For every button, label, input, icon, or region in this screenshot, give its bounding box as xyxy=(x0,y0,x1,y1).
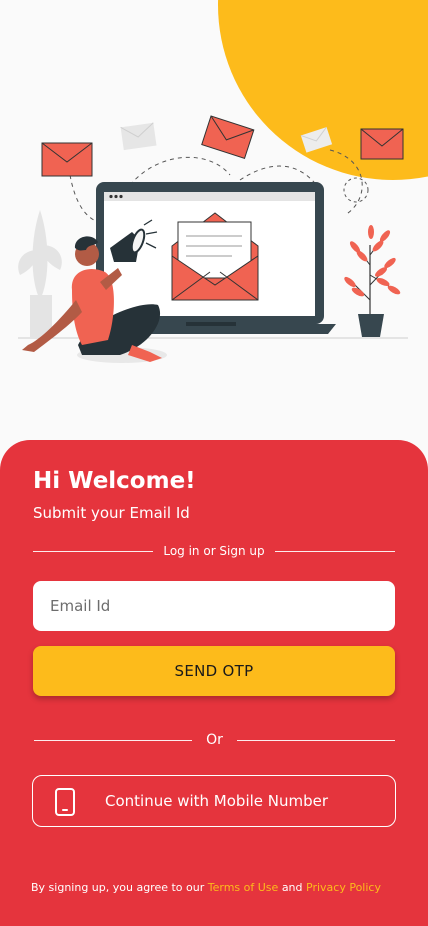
terms-joiner: and xyxy=(281,881,303,894)
phone-icon xyxy=(55,788,75,816)
mobile-button-label: Continue with Mobile Number xyxy=(105,792,329,810)
hero-illustration-area xyxy=(0,0,428,440)
greeting-heading: Hi Welcome! xyxy=(33,468,196,494)
or-line-left xyxy=(34,739,193,741)
send-otp-button[interactable]: SEND OTP xyxy=(33,646,395,696)
open-envelope-icon xyxy=(171,212,259,301)
privacy-policy-link[interactable]: Privacy Policy xyxy=(306,881,381,894)
or-line-right xyxy=(236,739,395,741)
terms-notice: By signing up, you agree to our Terms of… xyxy=(31,881,411,894)
subtitle-text: Submit your Email Id xyxy=(33,504,190,522)
terms-prefix: By signing up, you agree to our xyxy=(31,881,205,894)
email-input[interactable] xyxy=(33,581,395,631)
divider-label: Log in or Sign up xyxy=(163,544,265,558)
or-label: Or xyxy=(206,732,223,748)
continue-with-mobile-button[interactable]: Continue with Mobile Number xyxy=(32,775,396,827)
terms-of-use-link[interactable]: Terms of Use xyxy=(208,881,279,894)
or-divider: Or xyxy=(34,729,395,751)
envelope-icon xyxy=(41,142,93,177)
send-otp-label: SEND OTP xyxy=(174,662,254,680)
divider-line-left xyxy=(33,550,154,552)
divider-line-right xyxy=(274,550,395,552)
login-signup-divider: Log in or Sign up xyxy=(33,540,395,562)
megaphone-email-illustration xyxy=(18,115,408,363)
